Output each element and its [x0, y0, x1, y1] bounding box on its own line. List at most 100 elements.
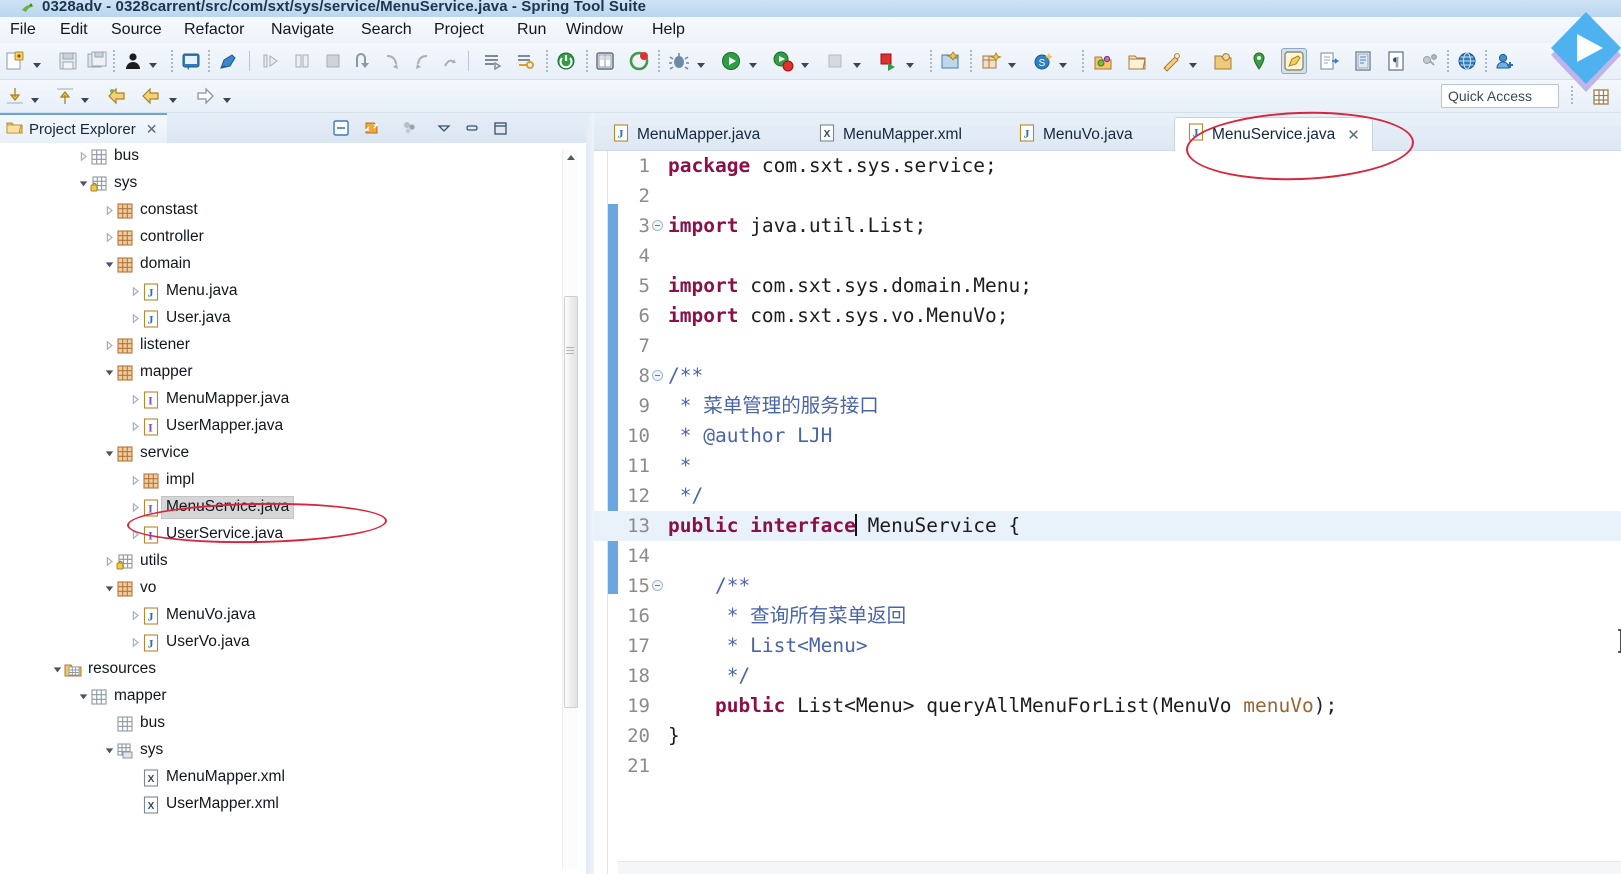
twisty-collapsed-icon[interactable]	[102, 204, 116, 218]
search-wand-icon[interactable]	[1158, 48, 1184, 74]
twisty-collapsed-icon[interactable]	[128, 609, 142, 623]
chevron-down-icon[interactable]	[30, 92, 40, 103]
twisty-collapsed-icon[interactable]	[128, 420, 142, 434]
terminate-icon[interactable]	[320, 48, 346, 74]
chevron-down-icon[interactable]	[168, 92, 178, 103]
step-over-icon[interactable]	[289, 48, 315, 74]
twisty-expanded-icon[interactable]	[102, 258, 116, 272]
toolbar-drag-handle[interactable]	[208, 50, 210, 72]
twisty-expanded-icon[interactable]	[102, 447, 116, 461]
save-icon[interactable]	[55, 48, 81, 74]
editor-tab-menumapper-java[interactable]: J MenuMapper.java	[600, 119, 772, 151]
tree-item-listener[interactable]: listener	[0, 332, 566, 359]
code-line[interactable]: 20}	[594, 721, 1621, 751]
open-perspective-button[interactable]	[1587, 84, 1615, 110]
menu-window[interactable]: Window	[560, 19, 629, 41]
twisty-collapsed-icon[interactable]	[128, 636, 142, 650]
tree-item-usermapper-xml[interactable]: X UserMapper.xml	[0, 791, 566, 818]
twisty-collapsed-icon[interactable]	[128, 393, 142, 407]
forward-icon[interactable]	[192, 83, 218, 109]
tree-item-menumapper-xml[interactable]: X MenuMapper.xml	[0, 764, 566, 791]
twisty-expanded-icon[interactable]	[102, 366, 116, 380]
scroll-up-icon[interactable]	[563, 149, 579, 165]
debug-icon[interactable]	[666, 48, 692, 74]
chevron-down-icon[interactable]	[1007, 57, 1017, 68]
toolbar-drag-handle[interactable]	[970, 50, 972, 72]
menu-project[interactable]: Project	[428, 19, 490, 41]
tree-item-resources[interactable]: resources	[0, 656, 566, 683]
coverage-icon[interactable]	[822, 48, 848, 74]
tree-item-bus[interactable]: bus	[0, 143, 566, 170]
code-line[interactable]: 14	[594, 541, 1621, 571]
twisty-expanded-icon[interactable]	[102, 582, 116, 596]
chevron-down-icon[interactable]	[696, 57, 706, 68]
code-content[interactable]: 1 package com.sxt.sys.service; 2 3 import ja…	[594, 151, 1621, 874]
request-mapping-icon[interactable]	[513, 48, 539, 74]
tree-item-vo[interactable]: vo	[0, 575, 566, 602]
tree-item-uservo-java[interactable]: J UserVo.java	[0, 629, 566, 656]
chevron-down-icon[interactable]	[800, 57, 810, 68]
resume-3-icon[interactable]	[436, 48, 462, 74]
code-line[interactable]: 7	[594, 331, 1621, 361]
new-wizard-icon[interactable]	[2, 48, 28, 74]
new-java-project-icon[interactable]	[937, 48, 963, 74]
view-filter-icon[interactable]	[400, 118, 420, 138]
resume-2-icon[interactable]	[408, 48, 434, 74]
tree-item-service[interactable]: service	[0, 440, 566, 467]
maximize-icon[interactable]	[490, 118, 510, 138]
fold-collapse-icon[interactable]	[652, 370, 663, 381]
code-line[interactable]: 12 */	[594, 481, 1621, 511]
boot-dash-icon[interactable]	[480, 48, 506, 74]
code-line[interactable]: 3 import java.util.List;	[594, 211, 1621, 241]
code-line[interactable]: 2	[594, 181, 1621, 211]
toolbar-drag-handle[interactable]	[586, 50, 588, 72]
scrollbar-thumb[interactable]	[564, 296, 578, 708]
tree-item-impl[interactable]: impl	[0, 467, 566, 494]
toolbar-drag-handle[interactable]	[1485, 50, 1487, 72]
code-line[interactable]: 8 /**	[594, 361, 1621, 391]
project-tree[interactable]: bus sys constast controller domain J Menu.java…	[0, 143, 566, 874]
spring-boot-icon[interactable]	[553, 48, 579, 74]
save-all-icon[interactable]	[84, 48, 110, 74]
code-line[interactable]: 11 *	[594, 451, 1621, 481]
twisty-collapsed-icon[interactable]	[128, 474, 142, 488]
toolbar-drag-handle[interactable]	[171, 50, 173, 72]
chevron-down-icon[interactable]	[1188, 57, 1198, 68]
chevron-down-icon[interactable]	[905, 57, 915, 68]
next-annotation-icon[interactable]	[2, 83, 28, 109]
chevron-down-icon[interactable]	[148, 57, 158, 68]
tree-item-user-java[interactable]: J User.java	[0, 305, 566, 332]
link-with-editor-icon[interactable]	[362, 118, 382, 138]
export-icon[interactable]	[1316, 48, 1342, 74]
step-into-icon[interactable]	[258, 48, 284, 74]
toolbar-drag-handle[interactable]	[658, 50, 660, 72]
menu-search[interactable]: Search	[355, 19, 418, 41]
new-folder-icon[interactable]	[1124, 48, 1150, 74]
run-server-icon[interactable]	[875, 48, 901, 74]
collapse-all-icon[interactable]	[331, 118, 351, 138]
new-package-icon[interactable]	[978, 48, 1004, 74]
chevron-down-icon[interactable]	[852, 57, 862, 68]
code-line[interactable]: 1 package com.sxt.sys.service;	[594, 151, 1621, 181]
open-type-icon[interactable]	[592, 48, 618, 74]
run-icon[interactable]	[718, 48, 744, 74]
tree-item-menumapper-java[interactable]: I MenuMapper.java	[0, 386, 566, 413]
menu-refactor[interactable]: Refactor	[178, 19, 250, 41]
chevron-down-icon[interactable]	[434, 118, 454, 138]
code-line[interactable]: 19 public List<Menu> queryAllMenuForList…	[594, 691, 1621, 721]
twisty-expanded-icon[interactable]	[76, 177, 90, 191]
code-line[interactable]: 17 * List<Menu>	[594, 631, 1621, 661]
paragraph-icon[interactable]: ¶	[1383, 48, 1409, 74]
twisty-expanded-icon[interactable]	[50, 663, 64, 677]
chevron-down-icon[interactable]	[1058, 57, 1068, 68]
code-line[interactable]: 18 */	[594, 661, 1621, 691]
forward-back-icon[interactable]	[138, 83, 164, 109]
resume-1-icon[interactable]	[380, 48, 406, 74]
menu-file[interactable]: File	[4, 19, 42, 41]
menu-navigate[interactable]: Navigate	[265, 19, 340, 41]
new-spring-bean-icon[interactable]: S	[1030, 48, 1056, 74]
tree-item-menuservice-java[interactable]: I MenuService.java	[0, 494, 566, 521]
code-line[interactable]: 10 * @author LJH	[594, 421, 1621, 451]
toolbar-drag-handle[interactable]	[1082, 50, 1084, 72]
open-resource-icon[interactable]	[1210, 48, 1236, 74]
